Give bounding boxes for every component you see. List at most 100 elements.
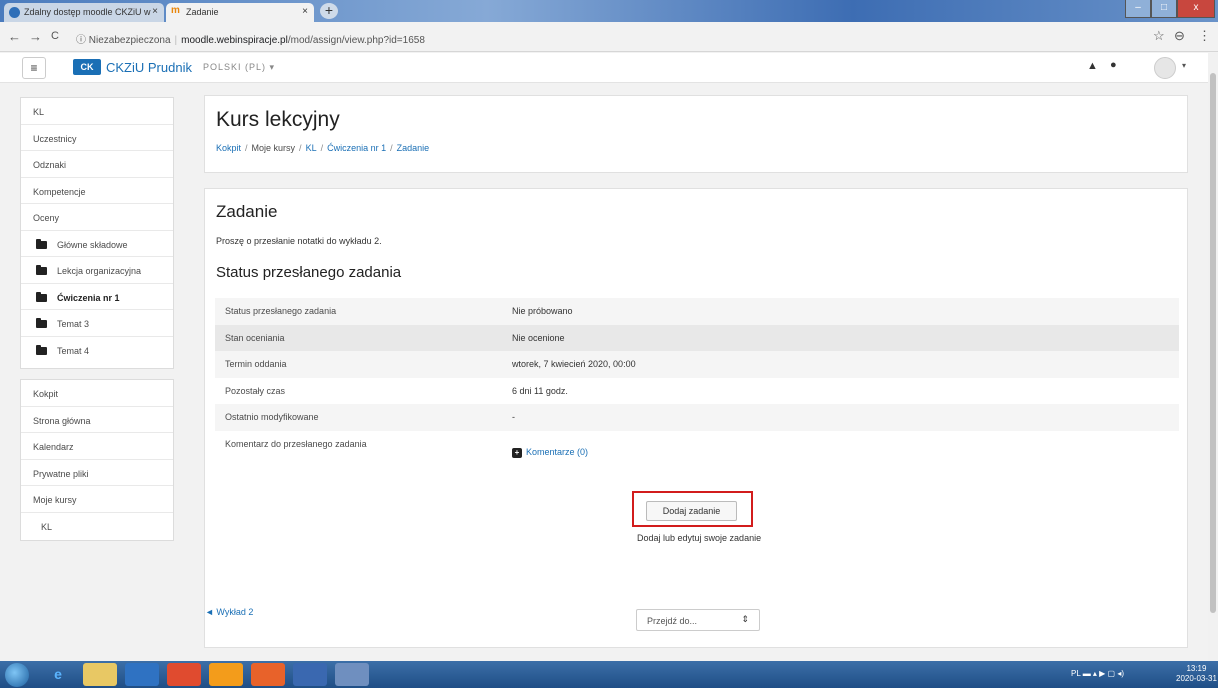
sidebar-item-section-main[interactable]: Główne składowe — [21, 231, 173, 257]
sidebar-item-label: Temat 4 — [57, 345, 90, 356]
minimize-button[interactable]: – — [1125, 0, 1151, 18]
breadcrumb-section[interactable]: Ćwiczenia nr 1 — [327, 143, 386, 153]
sidebar-item-private-files[interactable]: Prywatne pliki — [21, 460, 173, 486]
add-submission-hint: Dodaj lub edytuj swoje zadanie — [637, 533, 762, 543]
clock-time: 13:19 — [1186, 664, 1207, 673]
windows-taskbar: e PL ▬ ▴ ▶ ▢ ◂) 13:19 2020-03-31 — [0, 661, 1218, 688]
table-row: Stan oceniania Nie ocenione — [215, 324, 1179, 351]
tab-close-icon[interactable]: × — [302, 6, 308, 17]
sidebar-item-competencies[interactable]: Kompetencje — [21, 178, 173, 204]
table-row: Status przesłanego zadania Nie próbowano — [215, 298, 1179, 325]
internet-explorer-icon[interactable]: e — [41, 663, 75, 686]
previous-activity-link[interactable]: ◄ Wykład 2 — [205, 607, 253, 617]
row-label: Pozostały czas — [225, 385, 286, 396]
site-logo[interactable]: CK — [73, 59, 101, 75]
sidebar-item-label: Temat 3 — [57, 319, 90, 329]
breadcrumb-course[interactable]: KL — [306, 143, 317, 153]
tab-label: Zdalny dostęp moodle CKZiU w — [24, 7, 151, 17]
file-explorer-icon[interactable] — [83, 663, 117, 686]
table-row: Pozostały czas 6 dni 11 godz. — [215, 378, 1179, 405]
sidebar-item-label: Główne składowe — [57, 239, 128, 250]
tab-close-icon[interactable]: × — [152, 6, 158, 17]
comments-link-label: Komentarze (0) — [526, 446, 589, 457]
sidebar-item-section-org[interactable]: Lekcja organizacyjna — [21, 257, 173, 284]
avatar[interactable] — [1154, 57, 1176, 79]
sidebar-item-calendar[interactable]: Kalendarz — [21, 433, 173, 460]
sidebar-item-section-temat4[interactable]: Temat 4 — [21, 337, 173, 364]
maximize-button[interactable]: □ — [1151, 0, 1177, 18]
media-player-icon[interactable] — [125, 663, 159, 686]
app-icon[interactable] — [209, 663, 243, 686]
reload-icon[interactable]: C — [51, 30, 59, 42]
course-navigation-block: KL Uczestnicy Odznaki Kompetencje Oceny … — [20, 97, 174, 369]
row-label: Komentarz do przesłanego zadania — [225, 438, 367, 449]
new-tab-button[interactable]: + — [320, 3, 338, 19]
chrome-icon[interactable] — [167, 663, 201, 686]
submission-status-heading: Status przesłanego zadania — [216, 264, 402, 281]
sidebar-item-label: Odznaki — [33, 160, 67, 170]
sidebar-item-my-courses[interactable]: Moje kursy — [21, 486, 173, 513]
breadcrumb-separator: / — [390, 143, 393, 153]
site-navigation-block: Kokpit Strona główna Kalendarz Prywatne … — [20, 379, 174, 541]
tab-zadanie[interactable]: m Zadanie × — [166, 3, 314, 22]
paint-icon[interactable] — [335, 663, 369, 686]
sidebar-item-dashboard[interactable]: Kokpit — [21, 380, 173, 407]
security-label: Niezabezpieczona — [88, 35, 171, 46]
info-icon[interactable]: ⓘ — [76, 35, 86, 46]
url-input[interactable]: ⓘ Niezabezpieczona | moodle.webinspiracje.… — [76, 27, 1136, 47]
comments-link[interactable]: + Komentarze (0) — [512, 447, 588, 458]
bookmark-star-icon[interactable]: ☆ — [1153, 28, 1165, 44]
sidebar-item-label: Kokpit — [33, 389, 59, 399]
site-name-link[interactable]: CKZiU Prudnik — [106, 60, 192, 75]
start-button[interactable] — [5, 663, 29, 687]
row-label: Termin oddania — [225, 359, 287, 369]
moodle-favicon-icon — [9, 7, 20, 18]
expand-plus-icon: + — [512, 447, 522, 458]
clock-date: 2020-03-31 — [1176, 674, 1217, 683]
scrollbar-thumb[interactable] — [1210, 73, 1216, 613]
sidebar-item-participants[interactable]: Uczestnicy — [21, 125, 173, 151]
jump-to-select[interactable]: Przejdź do... ⇕ — [636, 609, 760, 631]
sidebar-item-label: Moje kursy — [33, 495, 77, 505]
notifications-bell-icon[interactable]: ▲ — [1087, 60, 1098, 72]
breadcrumb-separator: / — [320, 143, 324, 153]
sidebar-item-section-temat3[interactable]: Temat 3 — [21, 310, 173, 337]
language-menu[interactable]: POLSKI (PL) ▾ — [203, 62, 275, 73]
close-window-button[interactable]: x — [1177, 0, 1215, 18]
word-icon[interactable] — [293, 663, 327, 686]
firefox-icon[interactable] — [251, 663, 285, 686]
browser-tab-strip: Zdalny dostęp moodle CKZiU w × m Zadanie… — [0, 0, 1218, 22]
add-submission-button[interactable]: Dodaj zadanie — [646, 501, 737, 521]
user-menu-chevron-down-icon[interactable]: ▾ — [1182, 61, 1186, 70]
breadcrumb-my-courses: Moje kursy — [251, 143, 296, 153]
breadcrumb-dashboard[interactable]: Kokpit — [216, 143, 241, 153]
moodle-navbar: ≡ CK CKZiU Prudnik POLSKI (PL) ▾ ▲ ● ▾ — [0, 53, 1208, 83]
sidebar-item-label: Oceny — [33, 213, 60, 223]
sidebar-item-badges[interactable]: Odznaki — [21, 151, 173, 178]
row-value: wtorek, 7 kwiecień 2020, 00:00 — [512, 359, 636, 369]
sidebar-item-label: Strona główna — [33, 415, 91, 426]
profile-icon[interactable]: ⊖ — [1174, 28, 1185, 44]
sidebar-item-section-cwiczenia[interactable]: Ćwiczenia nr 1 — [21, 284, 173, 310]
sidebar-item-home[interactable]: Strona główna — [21, 407, 173, 433]
sidebar-item-label: Ćwiczenia nr 1 — [57, 292, 120, 303]
course-header: Kurs lekcyjny Kokpit / Moje kursy / KL / Ćwicz… — [204, 95, 1188, 173]
page-scrollbar[interactable] — [1208, 53, 1218, 661]
sidebar-item-course-kl[interactable]: KL — [21, 513, 173, 540]
assignment-description: Proszę o przesłanie notatki do wykładu 2… — [216, 236, 382, 246]
sidebar-item-grades[interactable]: Oceny — [21, 204, 173, 231]
sidebar-item-label: KL — [41, 521, 53, 532]
breadcrumb-separator: / — [245, 143, 248, 153]
clock[interactable]: 13:19 2020-03-31 — [1176, 664, 1217, 684]
browser-menu-icon[interactable]: ⋮ — [1198, 28, 1211, 44]
system-tray[interactable]: PL ▬ ▴ ▶ ▢ ◂) — [1071, 669, 1124, 678]
forward-icon[interactable]: → — [29, 29, 42, 44]
messages-icon[interactable]: ● — [1110, 59, 1117, 71]
breadcrumb-assignment[interactable]: Zadanie — [397, 143, 430, 153]
folder-icon — [36, 318, 47, 328]
tab-moodle-remote[interactable]: Zdalny dostęp moodle CKZiU w × — [4, 3, 164, 22]
folder-icon — [36, 265, 47, 275]
drawer-toggle-button[interactable]: ≡ — [22, 57, 46, 79]
back-icon[interactable]: ← — [8, 29, 21, 44]
sidebar-item-kl[interactable]: KL — [21, 98, 173, 125]
